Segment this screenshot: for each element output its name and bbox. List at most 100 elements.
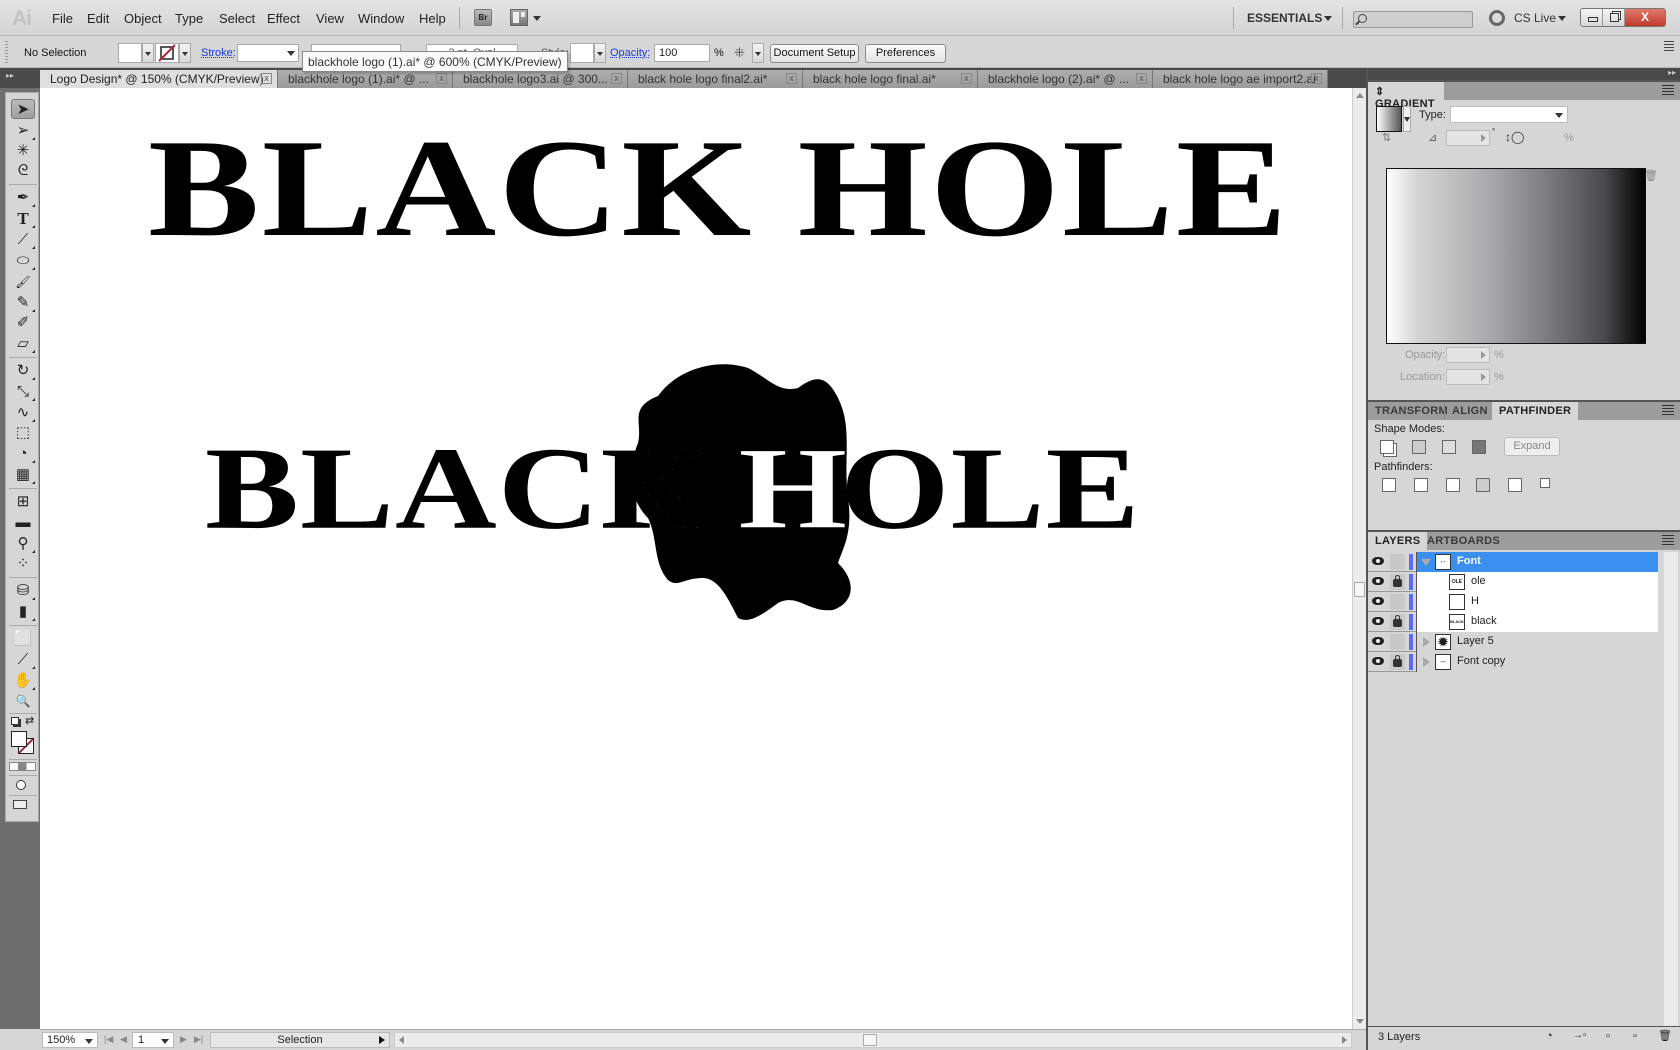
tab-logo-final2[interactable]: black hole logo final2.ai* x bbox=[628, 70, 803, 88]
menu-type[interactable]: Type bbox=[175, 11, 203, 26]
tab-close-icon[interactable]: x bbox=[1311, 73, 1322, 84]
bridge-button[interactable]: Br bbox=[474, 9, 492, 26]
menu-select[interactable]: Select bbox=[219, 11, 255, 26]
restore-button[interactable] bbox=[1603, 9, 1625, 26]
rotate-tool[interactable]: ↻ bbox=[11, 361, 35, 381]
lock-toggle[interactable] bbox=[1390, 594, 1405, 610]
horizontal-scrollbar[interactable] bbox=[394, 1032, 1352, 1048]
zoom-level-field[interactable]: 150% bbox=[42, 1032, 98, 1048]
crop-icon[interactable] bbox=[1476, 478, 1490, 492]
stroke-weight-field[interactable] bbox=[237, 44, 299, 62]
preferences-button[interactable]: Preferences bbox=[865, 44, 946, 63]
minimize-button[interactable] bbox=[1581, 9, 1603, 26]
default-colors-icon[interactable] bbox=[11, 717, 19, 725]
direct-selection-tool[interactable]: ➢ bbox=[11, 121, 35, 141]
layer-row-font-copy[interactable]: --- Font copy bbox=[1368, 652, 1658, 672]
pencil-tool[interactable]: ✎ bbox=[11, 293, 35, 313]
layer-row-layer5[interactable]: ✹ Layer 5 bbox=[1368, 632, 1658, 652]
delete-stop-icon[interactable]: 🗑 bbox=[1644, 169, 1658, 182]
minus-back-icon[interactable] bbox=[1540, 478, 1550, 488]
workspace-switcher[interactable]: ESSENTIALS bbox=[1247, 11, 1322, 25]
logo-h-white[interactable]: H bbox=[737, 421, 849, 556]
warp-tool[interactable]: ∿ bbox=[11, 403, 35, 423]
cs-live-icon[interactable] bbox=[1489, 10, 1505, 26]
visibility-eye-icon[interactable] bbox=[1372, 637, 1384, 645]
tab-close-icon[interactable]: x bbox=[1136, 73, 1147, 84]
merge-icon[interactable] bbox=[1446, 478, 1460, 492]
first-artboard-icon[interactable]: |◀ bbox=[104, 1034, 113, 1045]
fill-dropdown[interactable] bbox=[142, 43, 154, 63]
divide-icon[interactable] bbox=[1382, 478, 1396, 492]
logo-black-hole-top[interactable]: BLACK HOLE bbox=[148, 108, 1290, 269]
document-setup-button[interactable]: Document Setup bbox=[770, 44, 859, 63]
arrange-dropdown-icon[interactable] bbox=[533, 16, 541, 21]
collapse-panels-icon[interactable]: ▸▸ bbox=[1368, 68, 1680, 80]
close-button[interactable]: X bbox=[1625, 9, 1665, 26]
lock-toggle[interactable] bbox=[1390, 634, 1405, 650]
tab-ae-import2[interactable]: black hole logo ae import2.ai x bbox=[1153, 70, 1328, 88]
stop-opacity-field[interactable] bbox=[1446, 347, 1490, 363]
column-graph-tool[interactable]: ▮ bbox=[11, 602, 35, 622]
artboard-number-field[interactable]: 1 bbox=[132, 1032, 174, 1048]
menu-view[interactable]: View bbox=[316, 11, 344, 26]
layer-row-font[interactable]: - - Font bbox=[1368, 552, 1658, 572]
blend-tool[interactable]: ⁘ bbox=[11, 554, 35, 574]
hand-tool[interactable]: ✋ bbox=[11, 671, 35, 691]
recolor-artwork-icon[interactable]: ⁜ bbox=[734, 45, 745, 61]
menu-file[interactable]: File bbox=[52, 11, 73, 26]
control-bar-menu-icon[interactable] bbox=[1664, 41, 1674, 51]
vertical-scrollbar[interactable] bbox=[1352, 88, 1366, 1029]
lock-toggle[interactable] bbox=[1390, 654, 1405, 670]
type-tool[interactable]: T bbox=[11, 209, 35, 229]
tab-blackhole-logo-2[interactable]: blackhole logo (2).ai* @ ... x bbox=[978, 70, 1153, 88]
lasso-tool[interactable]: ᘓ bbox=[11, 161, 35, 181]
blob-brush-tool[interactable]: ✐ bbox=[11, 313, 35, 333]
graphic-style-dropdown[interactable] bbox=[594, 43, 606, 63]
layer-row-black[interactable]: BLACK black bbox=[1368, 612, 1658, 632]
create-new-layer-icon[interactable]: ▫ bbox=[1633, 1030, 1637, 1042]
drawing-mode-icon[interactable] bbox=[16, 780, 26, 790]
menu-edit[interactable]: Edit bbox=[87, 11, 109, 26]
lock-toggle[interactable] bbox=[1390, 614, 1405, 630]
ellipse-tool[interactable]: ⬭ bbox=[11, 251, 35, 271]
slice-tool[interactable]: ⟋ bbox=[11, 650, 35, 670]
tab-logo-design[interactable]: Logo Design* @ 150% (CMYK/Preview) x bbox=[40, 70, 278, 88]
intersect-icon[interactable] bbox=[1442, 440, 1456, 454]
stop-location-field[interactable] bbox=[1446, 369, 1490, 385]
lock-toggle[interactable] bbox=[1390, 554, 1405, 570]
tab-close-icon[interactable]: x bbox=[611, 73, 622, 84]
cs-live-dropdown-icon[interactable] bbox=[1558, 16, 1566, 21]
fill-swatch[interactable] bbox=[118, 43, 142, 63]
trim-icon[interactable] bbox=[1414, 478, 1428, 492]
tab-close-icon[interactable]: x bbox=[961, 73, 972, 84]
pen-tool[interactable]: ✒ bbox=[11, 188, 35, 208]
expand-layer-icon[interactable] bbox=[1423, 657, 1430, 667]
magic-wand-tool[interactable]: ✳ bbox=[11, 141, 35, 161]
tab-transform[interactable]: TRANSFORM bbox=[1368, 402, 1455, 420]
visibility-eye-icon[interactable] bbox=[1372, 557, 1384, 565]
arrange-documents-icon[interactable] bbox=[510, 9, 528, 26]
tab-logo-final[interactable]: black hole logo final.ai* x bbox=[803, 70, 978, 88]
zoom-tool[interactable]: 🔍 bbox=[11, 691, 35, 711]
logo-black-bottom[interactable]: BLACK bbox=[205, 421, 712, 557]
line-segment-tool[interactable]: ⟋ bbox=[11, 230, 35, 250]
eraser-tool[interactable]: ▱ bbox=[11, 334, 35, 354]
gradient-annotator-preview[interactable] bbox=[1386, 168, 1646, 344]
stroke-swatch[interactable] bbox=[155, 43, 179, 63]
tab-align[interactable]: ALIGN bbox=[1444, 402, 1495, 420]
status-selection-menu[interactable]: Selection bbox=[210, 1032, 390, 1048]
logo-ole-bottom[interactable]: OLE bbox=[840, 421, 1141, 557]
unite-icon[interactable] bbox=[1380, 440, 1394, 454]
make-clipping-mask-icon[interactable]: →▫ bbox=[1573, 1030, 1587, 1041]
selection-tool[interactable]: ➤ bbox=[11, 99, 35, 119]
visibility-eye-icon[interactable] bbox=[1372, 657, 1384, 665]
tab-blackhole-logo-1[interactable]: blackhole logo (1).ai* @ ... x bbox=[278, 70, 453, 88]
gradient-swatch-dropdown[interactable] bbox=[1403, 106, 1411, 132]
expand-button[interactable]: Expand bbox=[1504, 437, 1560, 456]
opacity-label[interactable]: Opacity: bbox=[610, 47, 650, 59]
menu-object[interactable]: Object bbox=[124, 11, 162, 26]
help-search-input[interactable] bbox=[1353, 11, 1473, 28]
lock-toggle[interactable] bbox=[1390, 574, 1405, 590]
menu-window[interactable]: Window bbox=[358, 11, 404, 26]
screen-mode-icon[interactable] bbox=[13, 800, 27, 809]
